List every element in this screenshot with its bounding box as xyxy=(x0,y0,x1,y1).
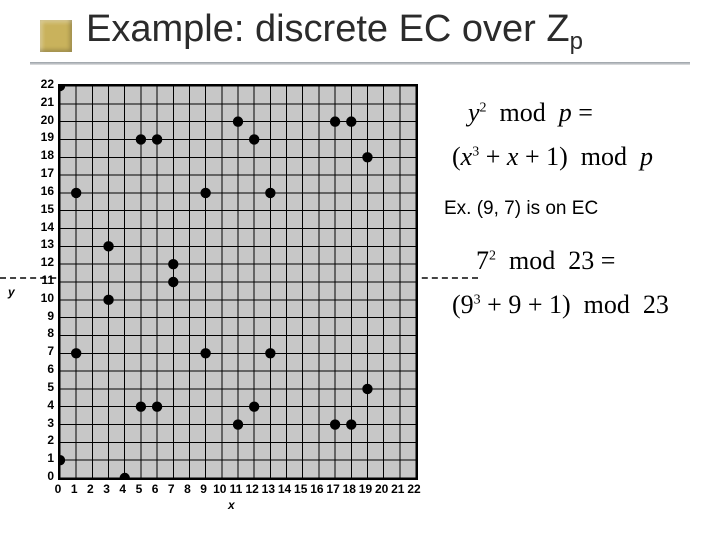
data-point xyxy=(60,455,65,465)
x-axis-label: x xyxy=(228,498,235,512)
data-point xyxy=(136,134,146,144)
data-point xyxy=(362,384,372,394)
x-tick: 7 xyxy=(168,482,175,496)
data-point xyxy=(233,419,243,429)
formula-72-mod-23: 72 mod 23 = xyxy=(476,246,615,276)
x-tick: 5 xyxy=(136,482,143,496)
plot-svg xyxy=(60,86,416,478)
data-point xyxy=(152,134,162,144)
data-point xyxy=(200,188,210,198)
y-tick: 20 xyxy=(22,114,54,126)
formula-93-mod-23: (93 + 9 + 1) mod 23 xyxy=(452,290,669,320)
y-tick: 4 xyxy=(22,399,54,411)
x-tick: 15 xyxy=(294,482,307,496)
x-tick: 10 xyxy=(213,482,226,496)
y-tick: 17 xyxy=(22,167,54,179)
x-tick: 2 xyxy=(87,482,94,496)
x-tick: 22 xyxy=(407,482,420,496)
x-tick: 19 xyxy=(359,482,372,496)
y-tick: 19 xyxy=(22,131,54,143)
x-tick: 11 xyxy=(230,482,243,496)
data-point xyxy=(168,277,178,287)
y-tick: 16 xyxy=(22,185,54,197)
data-point xyxy=(103,241,113,251)
data-point xyxy=(71,348,81,358)
y-tick: 21 xyxy=(22,96,54,108)
y-axis-label: y xyxy=(8,285,15,299)
data-point xyxy=(200,348,210,358)
x-tick: 13 xyxy=(262,482,275,496)
y-tick: 2 xyxy=(22,434,54,446)
x-tick: 6 xyxy=(152,482,159,496)
data-point xyxy=(60,86,65,91)
y-tick: 3 xyxy=(22,417,54,429)
y-tick: 15 xyxy=(22,203,54,215)
example-annotation: Ex. (9, 7) is on EC xyxy=(444,198,598,220)
data-point xyxy=(346,419,356,429)
y-tick: 9 xyxy=(22,310,54,322)
x-tick: 14 xyxy=(278,482,291,496)
y-tick: 18 xyxy=(22,149,54,161)
data-point xyxy=(249,134,259,144)
y-tick: 22 xyxy=(22,78,54,90)
y-tick-labels: 012345678910111213141516171819202122 xyxy=(22,80,56,510)
data-point xyxy=(168,259,178,269)
y-tick: 7 xyxy=(22,345,54,357)
title-bullet-box xyxy=(40,20,72,52)
data-point xyxy=(120,473,130,478)
data-point xyxy=(136,402,146,412)
x-tick-labels: 012345678910111213141516171819202122 xyxy=(58,482,418,498)
data-point xyxy=(103,295,113,305)
x-tick: 8 xyxy=(184,482,191,496)
title-underline xyxy=(30,62,690,65)
data-point xyxy=(265,188,275,198)
slide-title: Example: discrete EC over Zp xyxy=(86,8,583,51)
y-tick: 13 xyxy=(22,238,54,250)
plot-area xyxy=(58,84,418,480)
y-tick: 14 xyxy=(22,221,54,233)
x-tick: 21 xyxy=(391,482,404,496)
x-tick: 1 xyxy=(71,482,78,496)
y-tick: 5 xyxy=(22,381,54,393)
x-tick: 17 xyxy=(326,482,339,496)
data-point xyxy=(362,152,372,162)
data-point xyxy=(71,188,81,198)
y-tick: 6 xyxy=(22,363,54,375)
x-tick: 16 xyxy=(310,482,323,496)
ec-scatter-chart: 012345678910111213141516171819202122 y 0… xyxy=(22,80,432,510)
y-tick: 8 xyxy=(22,327,54,339)
y-tick: 0 xyxy=(22,470,54,482)
data-point xyxy=(233,116,243,126)
formula-x3x1-mod-p: (x3 + x + 1) mod p xyxy=(452,142,653,172)
y-tick: 10 xyxy=(22,292,54,304)
y-tick: 12 xyxy=(22,256,54,268)
x-tick: 12 xyxy=(245,482,258,496)
formula-y2-mod-p: y2 mod p = xyxy=(468,98,593,128)
y-tick: 1 xyxy=(22,452,54,464)
x-tick: 0 xyxy=(55,482,62,496)
y-tick: 11 xyxy=(22,274,54,286)
x-tick: 20 xyxy=(375,482,388,496)
data-point xyxy=(265,348,275,358)
x-tick: 3 xyxy=(103,482,110,496)
data-point xyxy=(152,402,162,412)
x-tick: 9 xyxy=(200,482,207,496)
x-tick: 18 xyxy=(343,482,356,496)
data-point xyxy=(249,402,259,412)
data-point xyxy=(346,116,356,126)
x-tick: 4 xyxy=(119,482,126,496)
data-point xyxy=(330,419,340,429)
data-point xyxy=(330,116,340,126)
